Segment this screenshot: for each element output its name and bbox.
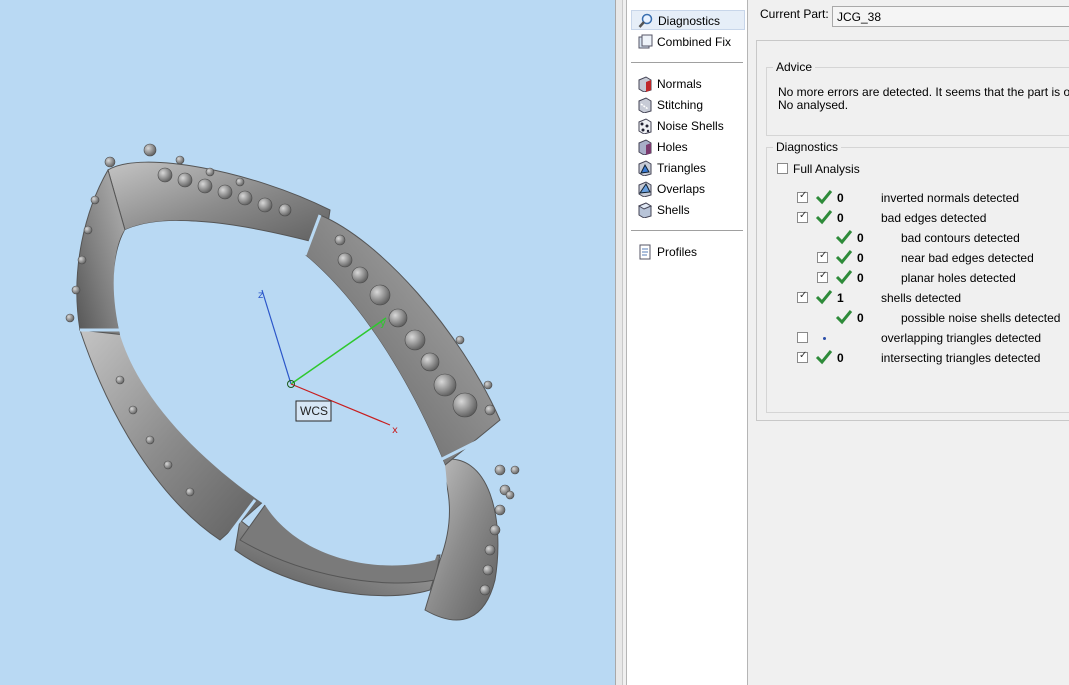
holes-icon <box>638 139 652 155</box>
diagnostics-container: Advice No more errors are detected. It s… <box>756 40 1069 421</box>
wcs-label: WCS <box>300 404 328 418</box>
bracelet-model <box>65 143 520 621</box>
sidebar-item-profiles[interactable]: Profiles <box>631 242 745 262</box>
not-analysed-dot-icon <box>823 337 826 340</box>
noise-shells-count: 0 <box>857 311 864 325</box>
sidebar-item-label: Overlaps <box>657 182 706 196</box>
axis-y-label: y <box>380 318 386 329</box>
sidebar-item-label: Stitching <box>657 98 704 112</box>
sidebar-item-combined-fix[interactable]: Combined Fix <box>631 32 745 52</box>
ok-check-icon <box>815 350 833 365</box>
shells-label: shells detected <box>881 291 962 305</box>
shells-icon <box>637 202 653 218</box>
diagnostics-group: Diagnostics Full Analysis 0 inverted nor… <box>766 140 1069 413</box>
sidebar-divider <box>631 230 743 231</box>
ok-check-icon <box>835 310 853 325</box>
diagnostics-panel: Current Part: JCG_38 Advice No more erro… <box>748 0 1069 685</box>
sidebar-item-normals[interactable]: Normals <box>631 74 745 94</box>
full-analysis-checkbox[interactable] <box>777 163 788 174</box>
planar-holes-checkbox[interactable] <box>817 270 828 283</box>
ok-check-icon <box>815 210 833 225</box>
panel-splitter[interactable] <box>615 0 623 685</box>
fix-sidebar: Diagnostics Combined Fix Normals Stitchi… <box>626 0 748 685</box>
sidebar-item-label: Triangles <box>657 161 706 175</box>
axis-x-label: x <box>392 425 398 436</box>
intersecting-triangles-count: 0 <box>837 351 844 365</box>
ok-check-icon <box>815 290 833 305</box>
normals-icon <box>638 76 652 92</box>
ok-check-icon <box>815 190 833 205</box>
noise-shells-icon <box>638 118 652 134</box>
shells-checkbox[interactable] <box>797 290 808 303</box>
overlaps-icon <box>638 181 652 197</box>
advice-text: No more errors are detected. It seems th… <box>778 85 1069 112</box>
bad-edges-checkbox[interactable] <box>797 210 808 223</box>
sidebar-item-label: Holes <box>657 140 688 154</box>
inverted-normals-label: inverted normals detected <box>881 191 1020 205</box>
magnifier-icon <box>638 13 653 28</box>
sidebar-item-overlaps[interactable]: Overlaps <box>631 179 745 199</box>
sidebar-item-triangles[interactable]: Triangles <box>631 158 745 178</box>
noise-shells-label: possible noise shells detected <box>901 311 1061 325</box>
bad-edges-label: bad edges detected <box>881 211 987 225</box>
diagnostics-title: Diagnostics <box>773 140 842 154</box>
axis-z-label: z <box>258 290 263 301</box>
sidebar-item-shells[interactable]: Shells <box>631 200 745 220</box>
planar-holes-label: planar holes detected <box>901 271 1016 285</box>
full-analysis-label: Full Analysis <box>793 162 860 176</box>
near-bad-edges-count: 0 <box>857 251 864 265</box>
bad-contours-label: bad contours detected <box>901 231 1020 245</box>
near-bad-edges-checkbox[interactable] <box>817 250 828 263</box>
sidebar-item-diagnostics[interactable]: Diagnostics <box>631 10 745 30</box>
bad-contours-count: 0 <box>857 231 864 245</box>
sidebar-item-label: Normals <box>657 77 702 91</box>
combined-fix-icon <box>638 34 653 49</box>
ok-check-icon <box>835 230 853 245</box>
bad-edges-count: 0 <box>837 211 844 225</box>
sidebar-item-label: Combined Fix <box>657 35 732 49</box>
planar-holes-count: 0 <box>857 271 864 285</box>
advice-title: Advice <box>773 60 816 74</box>
model-view[interactable]: z y x WCS <box>0 0 615 685</box>
near-bad-edges-label: near bad edges detected <box>901 251 1034 265</box>
triangles-icon <box>638 160 652 176</box>
advice-group: Advice No more errors are detected. It s… <box>766 60 1069 136</box>
shells-count: 1 <box>837 291 844 305</box>
current-part-label: Current Part: <box>760 7 829 21</box>
ok-check-icon <box>835 250 853 265</box>
sidebar-item-label: Diagnostics <box>658 14 721 28</box>
sidebar-item-stitching[interactable]: Stitching <box>631 95 745 115</box>
sidebar-item-label: Noise Shells <box>657 119 724 133</box>
profiles-icon <box>639 244 651 260</box>
inverted-normals-checkbox[interactable] <box>797 190 808 203</box>
current-part-field[interactable]: JCG_38 <box>832 6 1069 27</box>
3d-viewport[interactable]: z y x WCS <box>0 0 615 685</box>
sidebar-item-noise-shells[interactable]: Noise Shells <box>631 116 745 136</box>
intersecting-triangles-label: intersecting triangles detected <box>881 351 1041 365</box>
stitching-icon <box>638 97 652 113</box>
sidebar-item-holes[interactable]: Holes <box>631 137 745 157</box>
ok-check-icon <box>835 270 853 285</box>
sidebar-divider <box>631 62 743 63</box>
sidebar-item-label: Profiles <box>657 245 698 259</box>
sidebar-item-label: Shells <box>657 203 690 217</box>
overlapping-triangles-label: overlapping triangles detected <box>881 331 1042 345</box>
intersecting-triangles-checkbox[interactable] <box>797 350 808 363</box>
overlapping-triangles-checkbox[interactable] <box>797 332 808 343</box>
inverted-normals-count: 0 <box>837 191 844 205</box>
